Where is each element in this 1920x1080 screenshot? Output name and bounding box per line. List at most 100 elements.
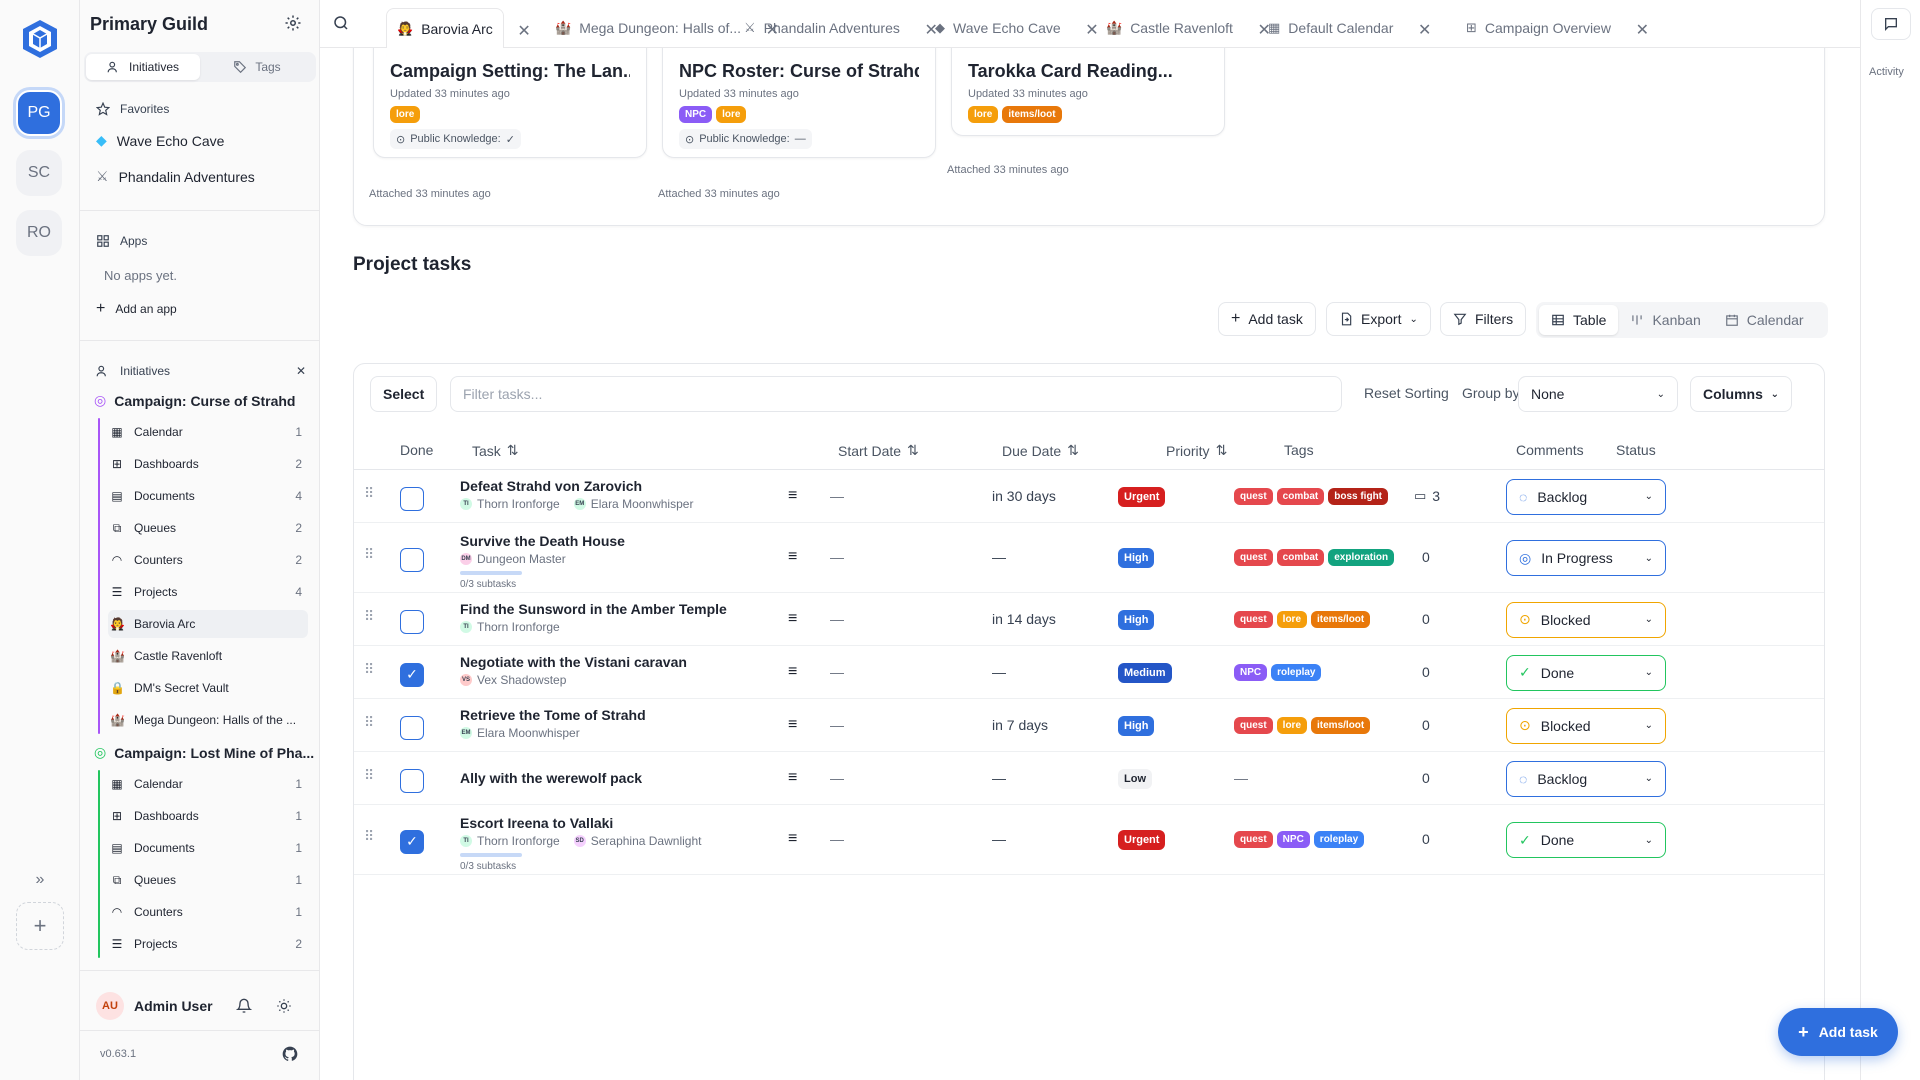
drag-handle-icon[interactable]: ⠿ [364,767,374,784]
workspace-sc[interactable]: SC [16,150,62,196]
comments-count[interactable]: 0 [1422,717,1430,733]
col-priority[interactable]: Priority ⇅ [1166,442,1227,459]
view-calendar[interactable]: Calendar [1713,305,1816,335]
initiative-header[interactable]: ◎ Campaign: Lost Mine of Pha... [94,744,314,761]
task-name[interactable]: Ally with the werewolf pack [460,770,642,786]
comments-count[interactable]: 0 [1422,770,1430,786]
description-icon[interactable]: ≡ [788,663,797,681]
filter-input[interactable]: Filter tasks... [450,376,1342,412]
sidebar-item[interactable]: ▤ Documents 4 [108,482,308,510]
status-select[interactable]: ⊙ Blocked ⌄ [1506,601,1666,638]
task-name[interactable]: Negotiate with the Vistani caravan [460,654,687,670]
sidebar-item[interactable]: ⧉ Queues 1 [108,866,308,894]
task-name[interactable]: Retrieve the Tome of Strahd [460,707,646,723]
comments-count[interactable]: 0 [1422,611,1430,627]
description-icon[interactable]: ≡ [788,548,797,566]
status-select[interactable]: ◌ Backlog ⌄ [1506,478,1666,515]
tab-item[interactable]: ⊞ Campaign Overview ✕ [1456,8,1649,48]
tab-initiatives[interactable]: Initiatives [86,54,200,80]
view-kanban[interactable]: Kanban [1618,305,1712,335]
bell-icon[interactable] [236,998,252,1014]
drag-handle-icon[interactable]: ⠿ [364,714,374,731]
sidebar-item[interactable]: ▤ Documents 1 [108,834,308,862]
done-checkbox[interactable] [400,548,424,572]
sidebar-item[interactable]: ⧉ Queues 2 [108,514,308,542]
col-task[interactable]: Task ⇅ [472,442,519,459]
col-start-date[interactable]: Start Date ⇅ [838,442,919,459]
user-menu[interactable]: AU Admin User [96,992,213,1020]
table-row[interactable]: ⠿ ✓ Escort Ireena to Vallaki TI Thorn Ironfo… [354,805,1824,875]
status-select[interactable]: ⊙ Blocked ⌄ [1506,707,1666,744]
comments-count[interactable]: 0 [1422,664,1430,680]
view-table[interactable]: Table [1539,305,1619,335]
task-name[interactable]: Escort Ireena to Vallaki [460,815,613,831]
table-row[interactable]: ⠿ Survive the Death House DM Dungeon Master… [354,523,1824,593]
add-task-fab[interactable]: + Add task [1778,1008,1898,1056]
task-name[interactable]: Find the Sunsword in the Amber Temple [460,601,727,617]
col-due-date[interactable]: Due Date ⇅ [1002,442,1079,459]
task-name[interactable]: Survive the Death House [460,533,625,549]
sidebar-item[interactable]: 🏰 Castle Ravenloft [108,642,308,670]
table-row[interactable]: ⠿ Retrieve the Tome of Strahd EM Elara Moon… [354,699,1824,752]
add-app-button[interactable]: + Add an app [96,300,177,318]
sidebar-item[interactable]: ☰ Projects 4 [108,578,308,606]
done-checkbox[interactable] [400,715,424,740]
table-row[interactable]: ⠿ Ally with the werewolf pack ≡ — — Low — 0 ◌ Bac… [354,752,1824,805]
status-select[interactable]: ◎ In Progress ⌄ [1506,540,1666,576]
sidebar-item[interactable]: 🔒 DM's Secret Vault [108,674,308,702]
favorite-wave-echo-cave[interactable]: ◆ Wave Echo Cave [96,132,224,149]
table-row[interactable]: ⠿ ✓ Negotiate with the Vistani caravan VS Ve… [354,646,1824,699]
tab-item[interactable]: ⚔ Phandalin Adventures ✕ [734,8,938,48]
select-button[interactable]: Select [370,376,438,412]
tab-item[interactable]: 🧛 Barovia Arc ✕ [386,8,531,48]
sidebar-item[interactable]: ⊞ Dashboards 2 [108,450,308,478]
description-icon[interactable]: ≡ [788,716,797,734]
group-by-select[interactable]: None ⌄ [1518,376,1678,412]
github-icon[interactable] [282,1046,298,1062]
tab-tags[interactable]: Tags [200,54,314,80]
workspace-ro[interactable]: RO [16,210,62,256]
drag-handle-icon[interactable]: ⠿ [364,608,374,625]
workspace-pg[interactable]: PG [16,90,62,136]
drag-handle-icon[interactable]: ⠿ [364,661,374,678]
task-name[interactable]: Defeat Strahd von Zarovich [460,478,642,494]
table-row[interactable]: ⠿ Defeat Strahd von Zarovich TI Thorn Ironf… [354,470,1824,523]
sidebar-item[interactable]: ⊞ Dashboards 1 [108,802,308,830]
attachment-card[interactable]: NPC Roster: Curse of Strahd Updated 33 mi… [662,48,936,158]
description-icon[interactable]: ≡ [788,769,797,787]
sidebar-item[interactable]: ☰ Projects 2 [108,930,308,958]
close-icon[interactable]: ✕ [1418,20,1431,40]
done-checkbox[interactable]: ✓ [400,662,424,687]
add-workspace-button[interactable]: + [16,902,64,950]
description-icon[interactable]: ≡ [788,487,797,505]
tab-item[interactable]: ▦ Default Calendar ✕ [1258,8,1431,48]
collapse-icon[interactable]: ✕ [296,364,306,378]
drag-handle-icon[interactable]: ⠿ [364,546,374,563]
export-button[interactable]: Export ⌄ [1326,302,1431,336]
sidebar-item[interactable]: 🧛 Barovia Arc [108,610,308,638]
done-checkbox[interactable] [400,609,424,634]
expand-sidebar-icon[interactable]: » [16,856,64,904]
comments-count[interactable]: 0 [1422,549,1430,565]
add-task-button[interactable]: + Add task [1218,302,1316,336]
description-icon[interactable]: ≡ [788,830,797,848]
sidebar-item[interactable]: ▦ Calendar 1 [108,770,308,798]
tab-item[interactable]: 🏰 Castle Ravenloft ✕ [1096,8,1271,48]
status-select[interactable]: ✓ Done ⌄ [1506,654,1666,691]
status-select[interactable]: ✓ Done ⌄ [1506,822,1666,858]
description-icon[interactable]: ≡ [788,610,797,628]
reset-sorting-button[interactable]: Reset Sorting [1364,385,1449,401]
done-checkbox[interactable] [400,486,424,511]
columns-button[interactable]: Columns ⌄ [1690,376,1792,412]
drag-handle-icon[interactable]: ⠿ [364,485,374,502]
attachment-card[interactable]: Campaign Setting: The Lan... Updated 33 m… [373,48,647,158]
activity-button[interactable] [1871,8,1911,40]
tab-item[interactable]: 🏰 Mega Dungeon: Halls of... ✕ [545,8,779,48]
attachment-card[interactable]: Tarokka Card Reading... Updated 33 minute… [951,48,1225,136]
sidebar-item[interactable]: 🏰 Mega Dungeon: Halls of the ... [108,706,308,734]
table-row[interactable]: ⠿ Find the Sunsword in the Amber Temple TI… [354,593,1824,646]
drag-handle-icon[interactable]: ⠿ [364,828,374,845]
sidebar-item[interactable]: ◠ Counters 1 [108,898,308,926]
search-icon[interactable] [332,14,350,32]
done-checkbox[interactable] [400,768,424,793]
